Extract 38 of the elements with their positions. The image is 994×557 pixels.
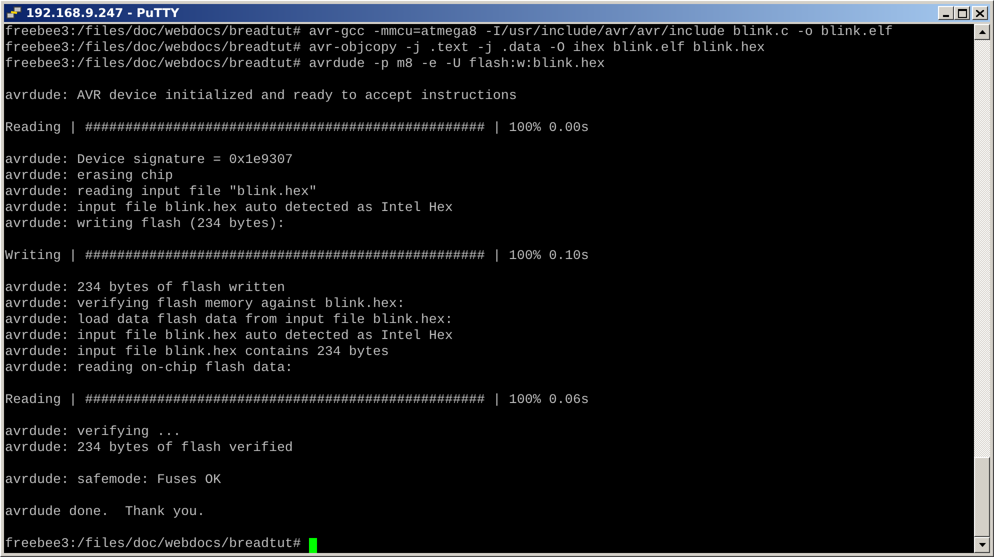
terminal-line: avrdude: reading on-chip flash data: [5, 361, 294, 377]
terminal-line: avrdude: safemode: Fuses OK [5, 473, 222, 489]
terminal-line: avrdude: erasing chip [5, 169, 174, 185]
scroll-thumb[interactable] [974, 457, 990, 537]
window-title: 192.168.9.247 - PuTTY [26, 6, 180, 20]
computers-icon [6, 5, 22, 21]
terminal-line: avrdude done. Thank you. [5, 505, 206, 521]
terminal-line: freebee3:/files/doc/webdocs/breadtut# avr-objcopy -j .text -j .data -O ihex blink.elf blink.hex [5, 41, 766, 57]
terminal-line: avrdude: verifying ... [5, 425, 182, 441]
terminal-screen[interactable] [4, 24, 974, 553]
terminal-line: freebee3:/files/doc/webdocs/breadtut# avrdude -p m8 -e -U flash:w:blink.hex [5, 57, 606, 73]
terminal-line: Writing | ################################################## | 100% 0.10s [5, 249, 590, 265]
terminal-line: avrdude: input file blink.hex contains 234 bytes [5, 345, 390, 361]
terminal-line: avrdude: input file blink.hex auto detected as Intel Hex [5, 201, 454, 217]
terminal-line: Reading | ################################################## | 100% 0.00s [5, 121, 590, 137]
terminal-line: avrdude: Device signature = 0x1e9307 [5, 153, 294, 169]
text-cursor [308, 538, 317, 552]
maximize-icon [958, 8, 966, 18]
terminal-line: avrdude: 234 bytes of flash verified [5, 441, 294, 457]
terminal-line: avrdude: verifying flash memory against blink.hex: [5, 297, 406, 313]
maximize-button[interactable] [954, 6, 970, 20]
terminal-line: avrdude: load data flash data from input file blink.hex: [5, 313, 454, 329]
terminal-line: avrdude: writing flash (234 bytes): [5, 217, 286, 233]
terminal-line: avrdude: 234 bytes of flash written [5, 281, 286, 297]
terminal-line: Reading | ################################################## | 100% 0.06s [5, 393, 590, 409]
terminal-line: avrdude: AVR device initialized and ready to accept instructions [5, 89, 518, 105]
down-arrow-icon [978, 543, 986, 547]
minimize-button[interactable] [938, 6, 954, 20]
close-icon [976, 10, 984, 16]
close-button[interactable] [972, 6, 988, 20]
scroll-up-button[interactable] [974, 24, 990, 40]
terminal-line: avrdude: input file blink.hex auto detected as Intel Hex [5, 329, 454, 345]
scroll-down-button[interactable] [974, 537, 990, 553]
terminal-prompt: freebee3:/files/doc/webdocs/breadtut# [5, 537, 301, 553]
scrollbar[interactable] [974, 24, 990, 553]
terminal-line: avrdude: reading input file "blink.hex" [5, 185, 318, 201]
terminal-line: freebee3:/files/doc/webdocs/breadtut# avr-gcc -mmcu=atmega8 -I/usr/include/avr/avr/include blink.c -o blink.elf [5, 25, 894, 41]
up-arrow-icon [978, 30, 986, 34]
